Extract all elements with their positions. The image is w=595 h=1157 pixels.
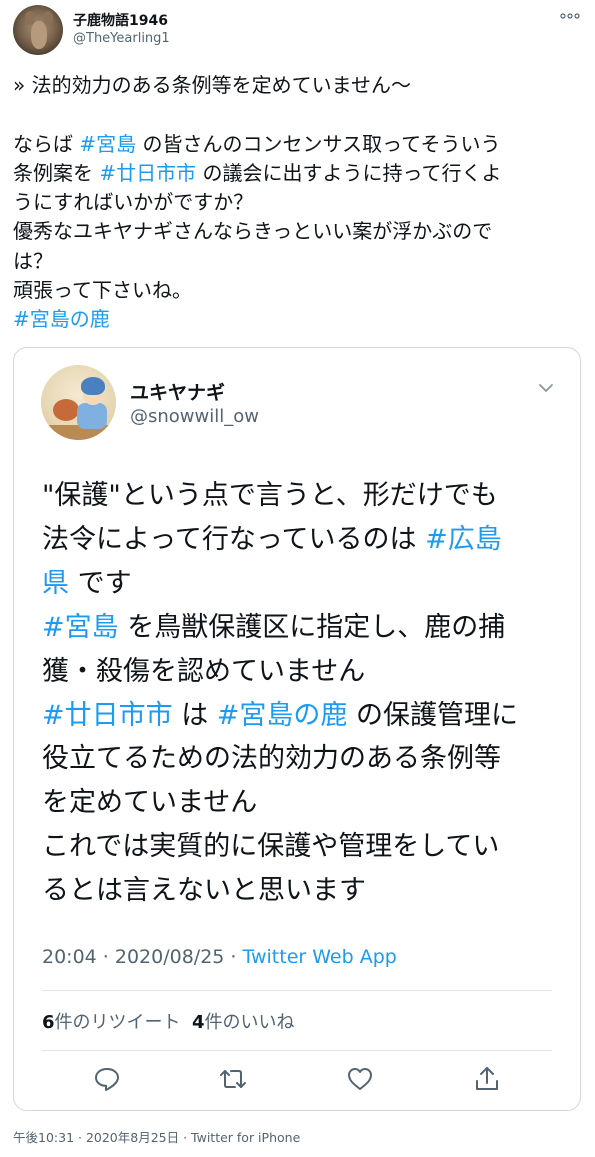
tweet-line: » 法的効力のある条例等を定めていません〜 (13, 73, 411, 97)
tweet-line: 優秀なユキヤナギさんならきっといい案が浮かぶので (13, 219, 493, 244)
like-icon[interactable] (345, 1064, 375, 1094)
avatar-dog (53, 399, 79, 421)
avatar-deer-face (31, 21, 47, 49)
divider (42, 990, 552, 991)
tweet-line: #宮島の鹿 (13, 305, 585, 334)
author-name[interactable]: 子鹿物語1946 (73, 10, 168, 30)
avatar-hair (81, 377, 105, 395)
chevron-down-icon[interactable] (536, 378, 556, 398)
avatar-deer-ear-right (43, 11, 53, 25)
likes-stat[interactable]: 4件のいいね (192, 1012, 295, 1033)
tweet-footer-meta[interactable]: 午後10:31 · 2020年8月25日 · Twitter for iPhon… (13, 1127, 300, 1146)
quoted-line: 法令によって行なっているのは #広島 (42, 518, 552, 562)
quoted-line: 県 です (42, 562, 552, 606)
tweet-line: うにすればいかがですか？ (13, 190, 254, 215)
quoted-text-fragment: を鳥獣保護区に指定し、鹿の捕 (118, 611, 506, 643)
more-icon-svg (560, 13, 580, 19)
quoted-tweet-actions (14, 1064, 582, 1098)
tweet-text: » 法的効力のある条例等を定めていません〜 ならば #宮島 の皆さんのコンセンサ… (13, 71, 585, 335)
tweet-text-fragment: ならば (13, 131, 80, 156)
retweet-icon[interactable] (218, 1064, 248, 1094)
quoted-line: #廿日市市 は #宮島の鹿 の保護管理に (42, 694, 552, 738)
hashtag-link[interactable]: #宮島の鹿 (13, 307, 110, 331)
avatar-ground (41, 425, 116, 440)
quoted-tweet-card[interactable]: ユキヤナギ @snowwill_ow "保護"という点で言うと、形だけでも 法令… (13, 347, 581, 1111)
avatar-body (77, 403, 107, 429)
tweet-line: は？ (13, 248, 53, 273)
reply-icon-svg (95, 1068, 119, 1091)
quoted-line: 役立てるための法的効力のある条例等 (42, 743, 501, 775)
quoted-line: これでは実質的に保護や管理をしてい (42, 831, 500, 863)
hashtag-link[interactable]: #広島 (425, 524, 502, 555)
quoted-timestamp[interactable]: 20:04 · 2020/08/25 · (42, 946, 243, 968)
quoted-tweet-meta: 20:04 · 2020/08/25 · Twitter Web App (42, 946, 397, 968)
hashtag-link[interactable]: #廿日市市 (42, 700, 173, 731)
share-icon-svg (476, 1067, 498, 1090)
tweet-line: ならば #宮島 の皆さんのコンセンサス取ってそういう (13, 130, 585, 159)
quoted-line: "保護"という点で言うと、形だけでも (42, 480, 498, 511)
author-handle[interactable]: @TheYearling1 (73, 31, 170, 46)
hashtag-link[interactable]: #廿日市市 (99, 161, 196, 185)
more-icon[interactable] (560, 9, 580, 25)
quoted-line: #宮島 を鳥獣保護区に指定し、鹿の捕 (42, 606, 552, 650)
quoted-line: るとは言えないと思います (42, 875, 366, 907)
hashtag-link[interactable]: #宮島の鹿 (217, 700, 348, 731)
quoted-text-fragment: 法令によって行なっているのは (42, 523, 426, 555)
retweets-stat[interactable]: 6件のリツイート (42, 1012, 181, 1033)
hashtag-link[interactable]: #宮島 (42, 612, 119, 643)
quoted-author-handle[interactable]: @snowwill_ow (130, 406, 259, 427)
chevron-down-icon-svg (539, 384, 553, 392)
like-icon-svg (348, 1068, 372, 1090)
tweet-text-fragment: の皆さんのコンセンサス取ってそういう (136, 131, 501, 156)
quoted-source-app-link[interactable]: Twitter Web App (243, 946, 397, 968)
quoted-author-name[interactable]: ユキヤナギ (130, 378, 225, 405)
hashtag-link[interactable]: #宮島 (79, 132, 136, 156)
reply-icon[interactable] (92, 1064, 122, 1094)
tweet-text-fragment: 条例案を (13, 160, 100, 185)
retweets-count: 6 (42, 1012, 55, 1033)
likes-label: 件のいいね (204, 1012, 295, 1033)
tweet-line: 頑張って下さいね。 (13, 278, 192, 303)
retweets-label: 件のリツイート (54, 1012, 181, 1033)
author-avatar[interactable] (13, 5, 63, 55)
quoted-tweet-stats: 6件のリツイート 4件のいいね (42, 1008, 295, 1034)
hashtag-link[interactable]: 県 (42, 568, 69, 599)
quoted-text-fragment: です (69, 567, 132, 599)
quoted-line: 獲・殺傷を認めていません (42, 655, 366, 687)
tweet-text-fragment: の議会に出すように持って行くよ (196, 160, 502, 185)
quoted-text-fragment: は (172, 699, 217, 731)
retweet-icon-svg (220, 1070, 246, 1088)
quoted-tweet-text: "保護"という点で言うと、形だけでも 法令によって行なっているのは #広島 県 … (42, 474, 552, 913)
quoted-line: を定めていません (42, 787, 258, 819)
divider (42, 1050, 552, 1051)
share-icon[interactable] (472, 1064, 502, 1094)
likes-count: 4 (191, 1012, 205, 1033)
quoted-author-avatar[interactable] (41, 365, 116, 440)
quoted-text-fragment: の保護管理に (347, 699, 519, 731)
tweet-line: 条例案を #廿日市市 の議会に出すように持って行くよ (13, 159, 585, 188)
